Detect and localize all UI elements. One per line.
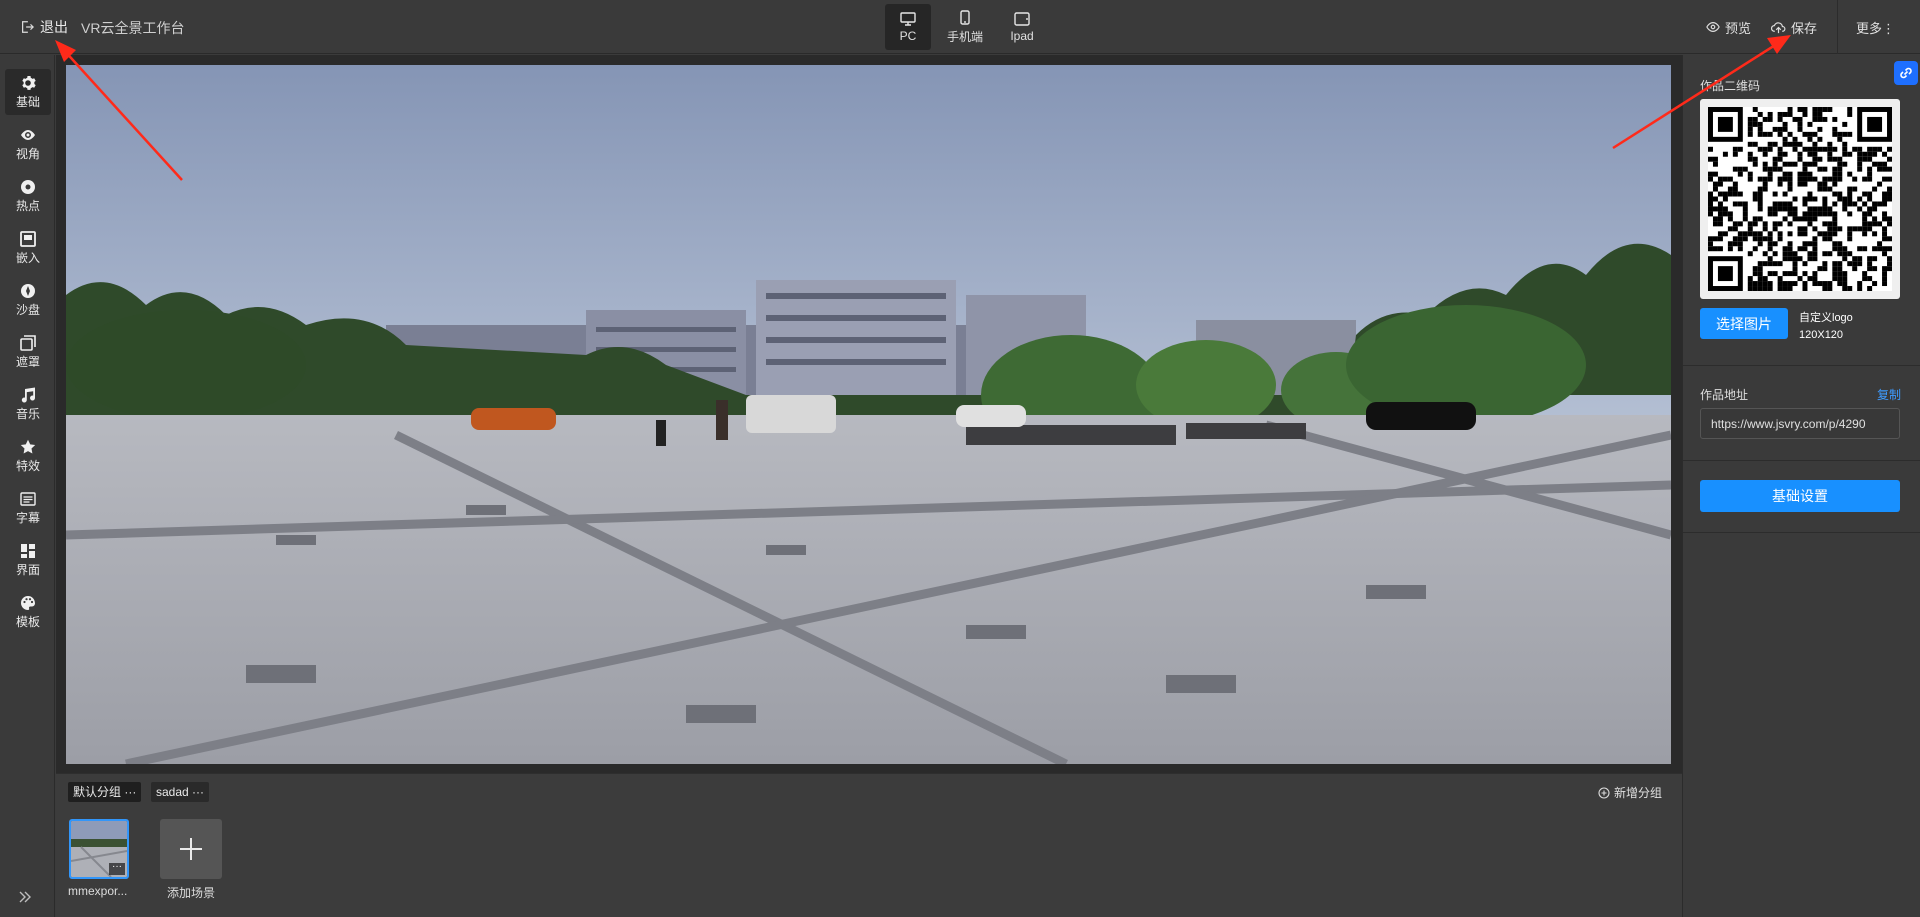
qr-code [1700, 99, 1900, 299]
url-title: 作品地址 [1700, 388, 1749, 402]
sidebar-label: 遮罩 [15, 354, 40, 369]
logout-icon [22, 21, 34, 33]
panorama-viewport [56, 55, 1682, 773]
sidebar-label: 沙盘 [15, 302, 40, 317]
choose-image-button[interactable]: 选择图片 [1700, 308, 1788, 339]
hotspot-icon [21, 179, 35, 194]
sidebar-label: 音乐 [15, 406, 40, 421]
panorama-preview[interactable] [66, 65, 1671, 764]
left-sidebar: 基础 视角 热点 嵌入 沙盘 遮罩 音乐 特效 字幕 界面 模板 [0, 55, 55, 917]
sidebar-label: 界面 [15, 562, 40, 577]
tablet-icon [1014, 11, 1030, 26]
device-pc-button[interactable]: PC [885, 4, 931, 50]
right-panel: 作品二维码 选择图片 自定义logo 120X120 作品地址 复制 基础设置 [1682, 55, 1920, 917]
more-button[interactable]: 更多⋮ [1856, 18, 1895, 37]
music-icon [21, 387, 35, 402]
double-chevron-right-icon [19, 891, 31, 903]
divider [1836, 0, 1838, 54]
group-tab-sadad[interactable]: sadad ··· [151, 782, 210, 802]
sidebar-label: 基础 [15, 94, 40, 109]
eye-icon [21, 129, 35, 140]
subtitle-icon [20, 491, 36, 506]
sidebar-item-sandbox[interactable]: 沙盘 [5, 277, 51, 323]
compass-icon [21, 283, 35, 298]
sidebar-item-music[interactable]: 音乐 [5, 381, 51, 427]
device-phone-button[interactable]: 手机端 [937, 4, 993, 50]
preview-button[interactable]: 预览 [1706, 18, 1751, 37]
sidebar-item-interface[interactable]: 界面 [5, 537, 51, 583]
sidebar-label: 字幕 [15, 510, 40, 525]
sidebar-label: 热点 [15, 198, 40, 213]
top-actions: 预览 保存 更多⋮ [1706, 0, 1920, 54]
new-group-button[interactable]: 新增分组 [1598, 784, 1662, 801]
qr-title: 作品二维码 [1700, 79, 1761, 93]
sidebar-item-template[interactable]: 模板 [5, 589, 51, 635]
sidebar-item-mask[interactable]: 遮罩 [5, 329, 51, 375]
device-pc-label: PC [899, 28, 917, 43]
plus-icon [180, 838, 202, 860]
device-switcher: PC 手机端 Ipad [885, 4, 1045, 50]
group-tab-default[interactable]: 默认分组 ··· [68, 782, 142, 802]
qr-code-image [1708, 107, 1892, 291]
url-field[interactable] [1700, 408, 1900, 439]
basic-settings-button[interactable]: 基础设置 [1700, 480, 1900, 512]
sidebar-label: 特效 [15, 458, 40, 473]
phone-icon [960, 9, 970, 25]
divider [1683, 460, 1920, 461]
add-scene-label: 添加场景 [166, 886, 215, 900]
sidebar-label: 嵌入 [15, 250, 40, 265]
embed-icon [20, 230, 36, 247]
sidebar-item-embed[interactable]: 嵌入 [5, 225, 51, 271]
scene-thumbnail[interactable]: ··· [69, 819, 129, 879]
expand-sidebar-button[interactable] [18, 890, 32, 907]
device-ipad-label: Ipad [1010, 28, 1034, 43]
sidebar-label: 模板 [15, 614, 40, 629]
divider [1683, 365, 1920, 366]
logo-hint-text: 自定义logo [1799, 312, 1853, 324]
copy-link-button[interactable]: 复制 [1877, 386, 1901, 403]
sidebar-item-view[interactable]: 视角 [5, 121, 51, 167]
sidebar-item-hotspot[interactable]: 热点 [5, 173, 51, 219]
monitor-icon [900, 11, 916, 26]
panorama-image [66, 65, 1671, 764]
preview-label: 预览 [1724, 20, 1751, 36]
sidebar-label: 视角 [15, 146, 40, 161]
device-ipad-button[interactable]: Ipad [999, 4, 1045, 50]
plus-circle-icon [1598, 786, 1610, 799]
sidebar-item-effects[interactable]: 特效 [5, 433, 51, 479]
logo-hint: 自定义logo 120X120 [1799, 310, 1853, 344]
link-icon [1900, 67, 1912, 79]
device-phone-label: 手机端 [946, 29, 983, 44]
scene-label: mmexpor... [68, 884, 128, 898]
scene-more-button[interactable]: ··· [109, 862, 125, 875]
divider [1683, 532, 1920, 533]
floating-widget-button[interactable] [1894, 61, 1918, 85]
sidebar-item-subtitle[interactable]: 字幕 [5, 485, 51, 531]
sidebar-item-basic[interactable]: 基础 [5, 69, 51, 115]
top-bar: 退出 VR云全景工作台 PC 手机端 Ipad 预览 保存 更多⋮ [0, 0, 1920, 54]
app-title: VR云全景工作台 [81, 20, 185, 36]
new-group-label: 新增分组 [1613, 786, 1662, 800]
layout-icon [21, 543, 35, 558]
scene-strip: 默认分组 ··· sadad ··· 新增分组 ··· mmexpor... 添… [56, 773, 1682, 917]
cloud-upload-icon [1770, 21, 1786, 33]
mask-icon [20, 334, 36, 351]
exit-button[interactable]: 退出 [20, 17, 68, 37]
gear-icon [22, 75, 36, 90]
eye-icon [1706, 22, 1720, 32]
star-icon [20, 439, 36, 453]
palette-icon [21, 595, 35, 610]
add-scene-button[interactable] [160, 819, 222, 879]
save-label: 保存 [1790, 20, 1817, 36]
exit-label: 退出 [40, 19, 68, 35]
save-button[interactable]: 保存 [1770, 18, 1817, 37]
logo-hint-size: 120X120 [1799, 329, 1844, 341]
